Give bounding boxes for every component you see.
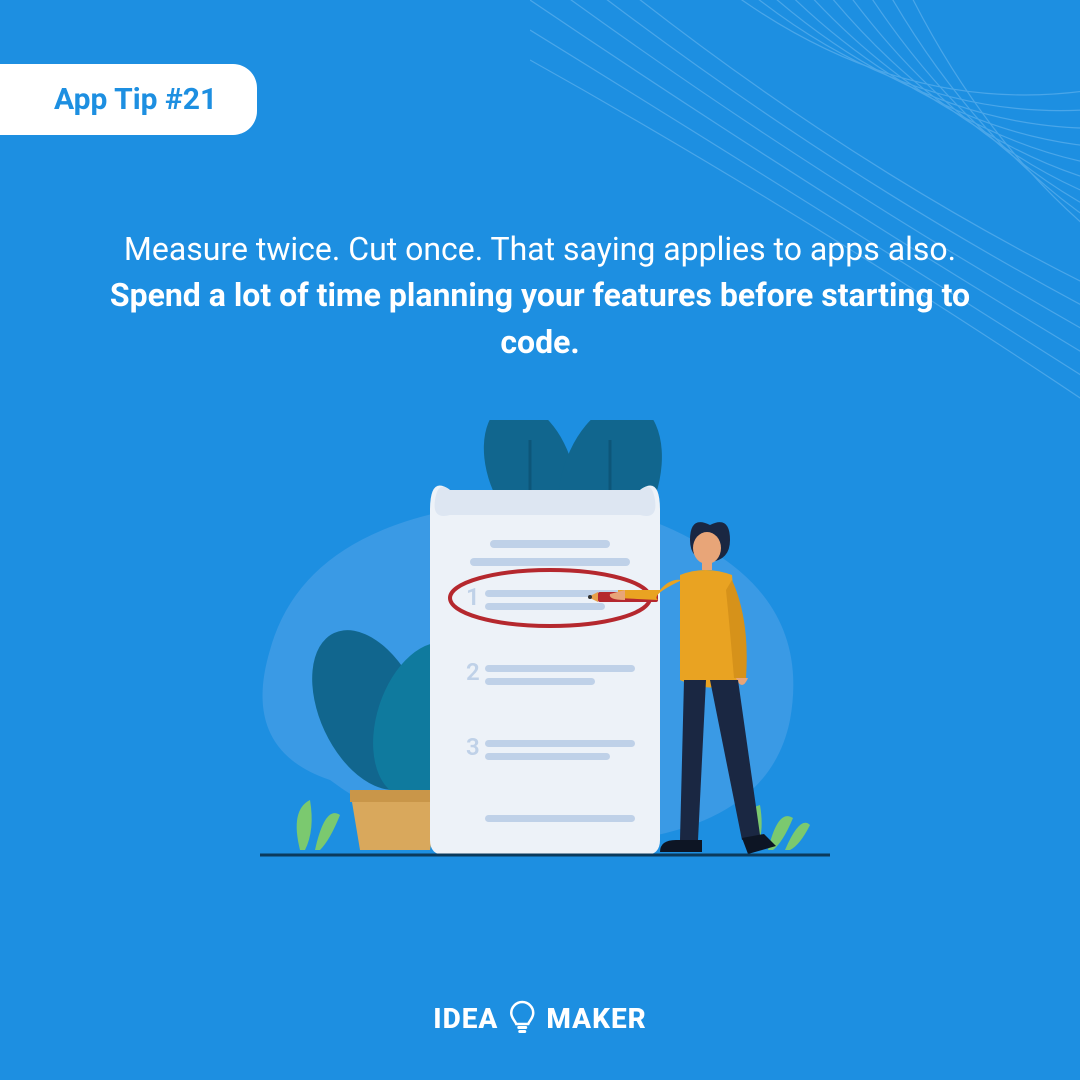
planning-illustration: 1 2 3 [150,420,930,900]
logo-text-right: MAKER [546,1002,646,1035]
tip-badge-label: App Tip #21 [54,82,217,117]
tip-heading: Measure twice. Cut once. That saying app… [90,226,990,365]
tip-heading-bold: Spend a lot of time planning your featur… [110,276,970,360]
bulb-icon [508,1000,536,1036]
logo-text-left: IDEA [433,1002,498,1035]
tip-number-badge: App Tip #21 [0,64,257,135]
idea-maker-logo: IDEA MAKER [433,1000,647,1036]
svg-text:3: 3 [466,733,480,761]
svg-text:2: 2 [466,658,480,686]
svg-text:1: 1 [466,583,480,611]
tip-heading-prefix: Measure twice. Cut once. That saying app… [124,230,956,268]
